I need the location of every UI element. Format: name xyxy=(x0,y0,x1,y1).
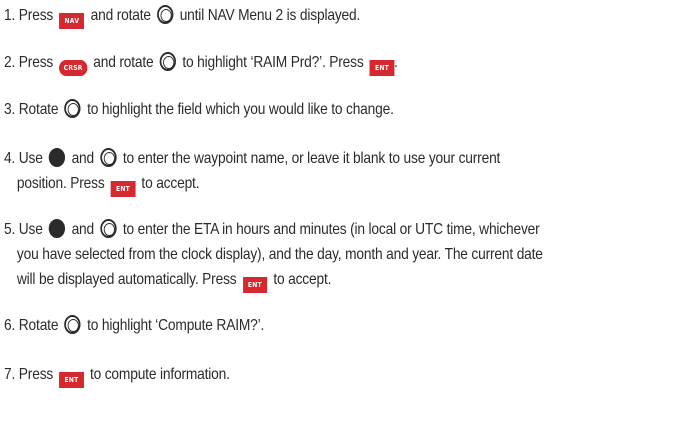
step-4-cont-text-b: to accept. xyxy=(141,175,200,192)
step-5-text-b: and xyxy=(71,221,95,238)
step-3: 3. Rotate to highlight the field which y… xyxy=(4,97,394,122)
step-1-text-b: and rotate xyxy=(90,7,151,24)
inner-knob-icon xyxy=(48,148,66,167)
outer-knob-icon xyxy=(64,315,81,334)
step-7-text-b: to compute information. xyxy=(89,366,230,383)
nav-key-icon: NAV xyxy=(59,13,85,29)
step-5: 5. Use and to enter the ETA in hours and… xyxy=(4,217,543,293)
step-2-text-d: . xyxy=(394,54,398,71)
step-7-text-a: Press xyxy=(18,366,54,383)
step-3-text-b: to highlight the field which you would l… xyxy=(87,101,394,118)
ent-key-icon: ENT xyxy=(369,60,395,76)
outer-knob-icon xyxy=(100,219,117,238)
step-1-text-c: until NAV Menu 2 is displayed. xyxy=(179,7,361,24)
step-4-number: 4. xyxy=(4,150,16,167)
step-1: 1. Press NAV and rotate until NAV Menu 2… xyxy=(4,3,360,29)
step-6: 6. Rotate to highlight ‘Compute RAIM?’. xyxy=(4,313,264,338)
step-2-text-c: to highlight ‘RAIM Prd?’. Press xyxy=(182,54,364,71)
outer-knob-icon xyxy=(100,148,117,167)
ent-key-icon: ENT xyxy=(242,277,268,293)
step-3-number: 3. xyxy=(4,101,16,118)
step-4-cont-text-a: position. Press xyxy=(16,175,105,192)
ent-key-icon: ENT xyxy=(59,372,84,388)
step-6-number: 6. xyxy=(4,317,16,334)
outer-knob-icon xyxy=(159,52,177,71)
step-4-text-b: and xyxy=(71,150,95,167)
step-4-continuation: position. Press ENT to accept. xyxy=(4,171,500,197)
step-1-text-a: Press xyxy=(18,7,54,24)
step-5-number: 5. xyxy=(4,221,16,238)
step-2-text-b: and rotate xyxy=(93,54,154,71)
step-2-number: 2. xyxy=(4,54,16,71)
outer-knob-icon xyxy=(64,99,81,118)
outer-knob-icon xyxy=(157,5,174,24)
step-1-number: 1. xyxy=(4,7,16,24)
step-2: 2. Press CRSR and rotate to highlight ‘R… xyxy=(4,50,398,76)
step-2-text-a: Press xyxy=(18,54,54,71)
step-5-cont-text-b: to accept. xyxy=(273,271,332,288)
step-4-text-a: Use xyxy=(18,150,43,167)
step-5-text-a: Use xyxy=(18,221,43,238)
step-5-continuation-1: you have selected from the clock display… xyxy=(16,246,543,263)
step-5-text-c: to enter the ETA in hours and minutes (i… xyxy=(122,221,540,238)
step-6-text-a: Rotate xyxy=(18,317,59,334)
step-4-text-c: to enter the waypoint name, or leave it … xyxy=(122,150,501,167)
crsr-key-icon: CRSR xyxy=(59,60,88,76)
inner-knob-icon xyxy=(48,219,66,238)
step-6-text-b: to highlight ‘Compute RAIM?’. xyxy=(87,317,265,334)
step-5-cont-text-a: will be displayed automatically. Press xyxy=(16,271,237,288)
step-7: 7. Press ENT to compute information. xyxy=(4,362,230,388)
step-4: 4. Use and to enter the waypoint name, o… xyxy=(4,146,500,197)
step-3-text-a: Rotate xyxy=(18,101,59,118)
ent-key-icon: ENT xyxy=(110,181,136,197)
step-7-number: 7. xyxy=(4,366,16,383)
step-5-continuation-2: will be displayed automatically. Press E… xyxy=(4,267,543,293)
